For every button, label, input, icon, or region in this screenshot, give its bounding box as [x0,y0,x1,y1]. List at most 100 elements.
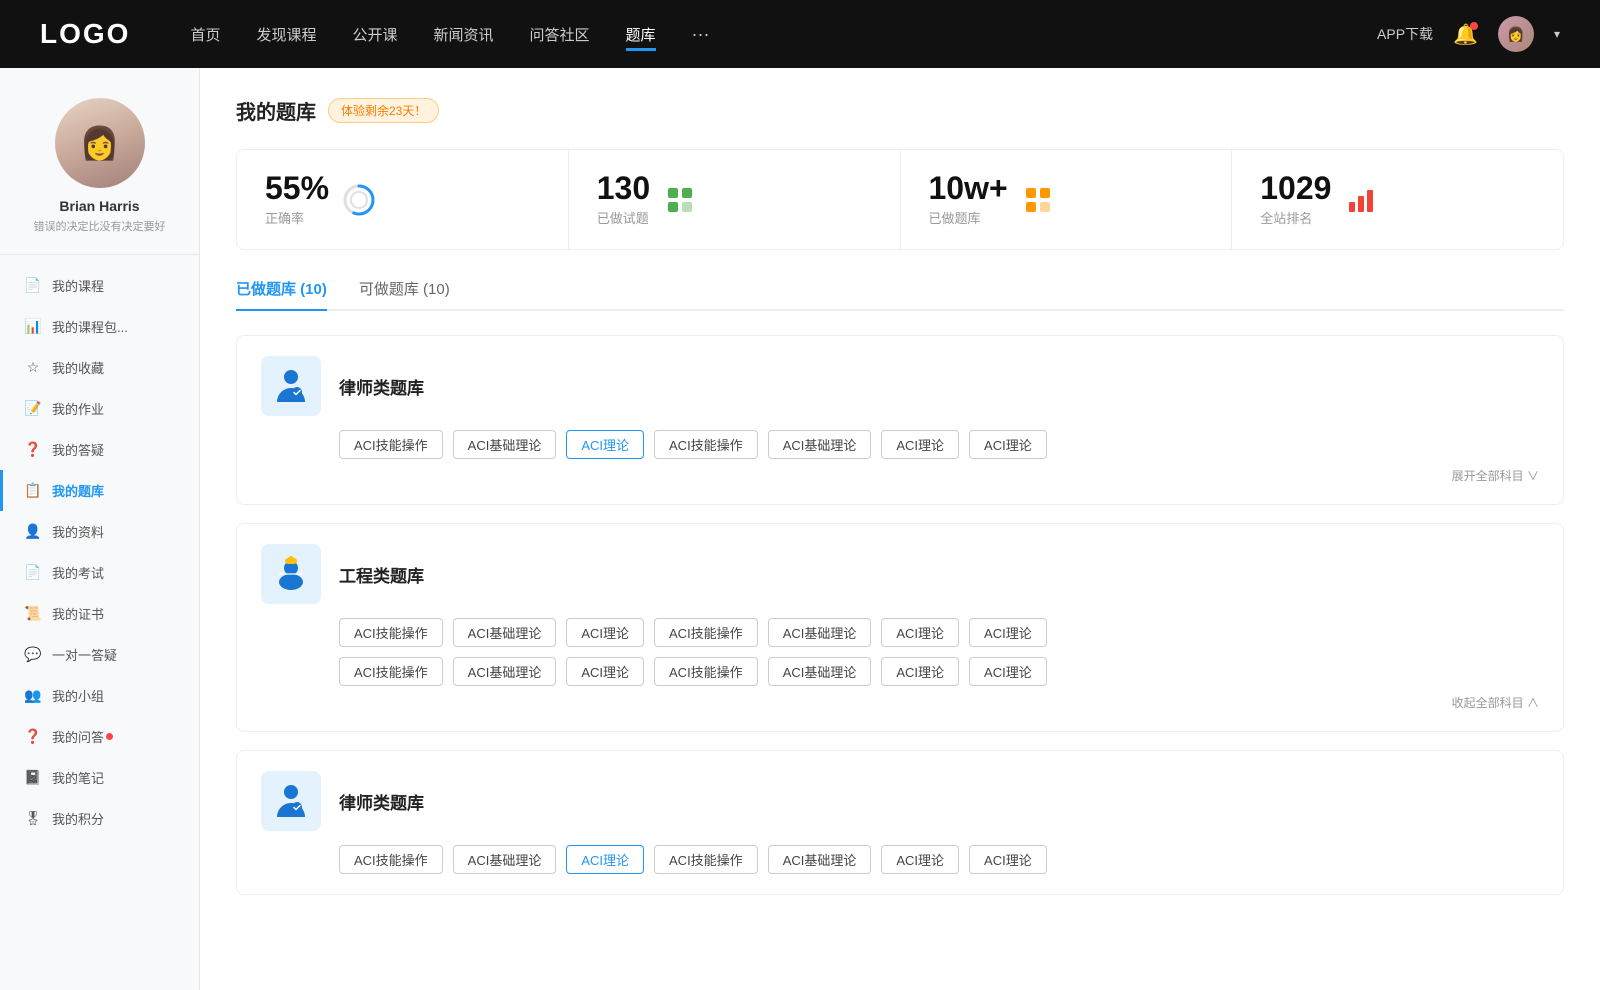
sidebar-item-course-pkg[interactable]: 📊 我的课程包... [0,306,199,347]
bank-icon-lawyer-2 [261,771,321,831]
bank-title-3: 律师类题库 [339,789,424,814]
sidebar-item-label: 我的课程 [52,276,104,295]
bank-tag[interactable]: ACI基础理论 [768,657,872,686]
notes-icon: 📓 [24,769,42,787]
nav-item-discover[interactable]: 发现课程 [256,24,316,45]
bank-tag[interactable]: ACI技能操作 [654,845,758,874]
bank-tag[interactable]: ACI理论 [566,618,644,647]
sidebar-item-label: 一对一答疑 [52,645,117,664]
sidebar-item-favorites[interactable]: ☆ 我的收藏 [0,347,199,388]
bank-title-2: 工程类题库 [339,562,424,587]
bank-expand-2[interactable]: 收起全部科目 ∧ [261,694,1539,711]
nav-item-open[interactable]: 公开课 [352,24,397,45]
stat-accuracy: 55% 正确率 [237,150,569,249]
nav-item-bank[interactable]: 题库 [626,24,656,45]
bank-tag[interactable]: ACI理论 [969,845,1047,874]
nav-item-qa[interactable]: 问答社区 [530,24,590,45]
sidebar-item-certificate[interactable]: 📜 我的证书 [0,593,199,634]
course-icon: 📄 [24,277,42,295]
bank-tag[interactable]: ACI理论 [881,657,959,686]
bank-tag[interactable]: ACI技能操作 [654,657,758,686]
bank-tag[interactable]: ACI技能操作 [339,845,443,874]
avatar-image: 👩 [1498,16,1534,52]
stat-banks-text: 10w+ 已做题库 [929,172,1008,227]
star-icon: ☆ [24,359,42,377]
sidebar-item-bank[interactable]: 📋 我的题库 [0,470,199,511]
bank-list: 律师类题库 ACI技能操作 ACI基础理论 ACI理论 ACI技能操作 ACI基… [236,335,1564,913]
main-content: 我的题库 体验剩余23天！ 55% 正确率 [200,68,1600,990]
bank-tags-3: ACI技能操作 ACI基础理论 ACI理论 ACI技能操作 ACI基础理论 AC… [339,845,1539,874]
bank-tag[interactable]: ACI基础理论 [768,618,872,647]
sidebar-item-label: 我的题库 [52,481,104,500]
sidebar-item-label: 我的收藏 [52,358,104,377]
question-icon: ❓ [24,441,42,459]
tab-done-banks[interactable]: 已做题库 (10) [236,278,327,309]
bank-tag[interactable]: ACI基础理论 [453,618,557,647]
sidebar-item-my-qa[interactable]: ❓ 我的问答 [0,716,199,757]
accuracy-pie-icon [341,182,377,218]
points-icon: 🎖 [24,810,42,828]
sidebar-item-label: 我的答疑 [52,440,104,459]
bank-tag[interactable]: ACI技能操作 [339,618,443,647]
avatar[interactable]: 👩 [1498,16,1534,52]
bank-tag[interactable]: ACI技能操作 [339,657,443,686]
bank-tag-active[interactable]: ACI理论 [566,845,644,874]
stat-done-text: 130 已做试题 [597,172,650,227]
bank-tag[interactable]: ACI理论 [969,618,1047,647]
bank-tag[interactable]: ACI理论 [881,618,959,647]
bank-tags-2: ACI技能操作 ACI基础理论 ACI理论 ACI技能操作 ACI基础理论 AC… [339,618,1539,647]
tab-available-banks[interactable]: 可做题库 (10) [359,278,450,309]
profile-icon: 👤 [24,523,42,541]
sidebar-item-profile[interactable]: 👤 我的资料 [0,511,199,552]
bank-tag-active[interactable]: ACI理论 [566,430,644,459]
notification-dot [106,733,113,740]
bank-tag[interactable]: ACI基础理论 [768,845,872,874]
bank-tag[interactable]: ACI基础理论 [453,430,557,459]
sidebar-item-one-on-one[interactable]: 💬 一对一答疑 [0,634,199,675]
exam-icon: 📄 [24,564,42,582]
nav-item-news[interactable]: 新闻资讯 [434,24,494,45]
bank-icon-lawyer-1 [261,356,321,416]
sidebar-item-label: 我的笔记 [52,768,104,787]
stat-banks-label: 已做题库 [929,208,1008,227]
sidebar-item-questions[interactable]: ❓ 我的答疑 [0,429,199,470]
bank-tag[interactable]: ACI理论 [969,430,1047,459]
done-banks-icon [1020,182,1056,218]
bank-tag[interactable]: ACI理论 [881,845,959,874]
trial-badge: 体验剩余23天！ [328,98,439,123]
bank-tag[interactable]: ACI理论 [969,657,1047,686]
rank-chart-icon [1343,182,1379,218]
nav-menu: 首页 发现课程 公开课 新闻资讯 问答社区 题库 ··· [190,24,1377,45]
stats-row: 55% 正确率 130 已做试题 [236,149,1564,250]
bank-tag[interactable]: ACI基础理论 [768,430,872,459]
sidebar-item-label: 我的积分 [52,809,104,828]
sidebar-item-notes[interactable]: 📓 我的笔记 [0,757,199,798]
sidebar-item-homework[interactable]: 📝 我的作业 [0,388,199,429]
cert-icon: 📜 [24,605,42,623]
bank-tag[interactable]: ACI技能操作 [654,430,758,459]
page-layout: 👩 Brian Harris 错误的决定比没有决定要好 📄 我的课程 📊 我的课… [0,68,1600,990]
sidebar-item-exam[interactable]: 📄 我的考试 [0,552,199,593]
nav-item-home[interactable]: 首页 [190,24,220,45]
sidebar-item-group[interactable]: 👥 我的小组 [0,675,199,716]
bank-header-1: 律师类题库 [261,356,1539,416]
stat-rank-text: 1029 全站排名 [1260,172,1331,227]
notification-bell-icon[interactable]: 🔔 [1453,22,1478,47]
bank-tag[interactable]: ACI技能操作 [339,430,443,459]
bank-tag[interactable]: ACI基础理论 [453,845,557,874]
nav-item-more[interactable]: ··· [692,24,710,45]
bank-tag[interactable]: ACI理论 [566,657,644,686]
bank-tags-2-row2: ACI技能操作 ACI基础理论 ACI理论 ACI技能操作 ACI基础理论 AC… [339,657,1539,686]
homework-icon: 📝 [24,400,42,418]
sidebar-item-points[interactable]: 🎖 我的积分 [0,798,199,839]
sidebar-item-label: 我的问答 [52,727,104,746]
sidebar-item-course[interactable]: 📄 我的课程 [0,265,199,306]
bank-tag[interactable]: ACI技能操作 [654,618,758,647]
bank-expand-1[interactable]: 展开全部科目 ∨ [261,467,1539,484]
avatar-chevron-icon[interactable]: ▾ [1554,27,1560,41]
bank-tag[interactable]: ACI基础理论 [453,657,557,686]
stat-done-value: 130 [597,172,650,204]
bank-tag[interactable]: ACI理论 [881,430,959,459]
app-download-button[interactable]: APP下载 [1377,24,1433,44]
tabs: 已做题库 (10) 可做题库 (10) [236,278,1564,311]
